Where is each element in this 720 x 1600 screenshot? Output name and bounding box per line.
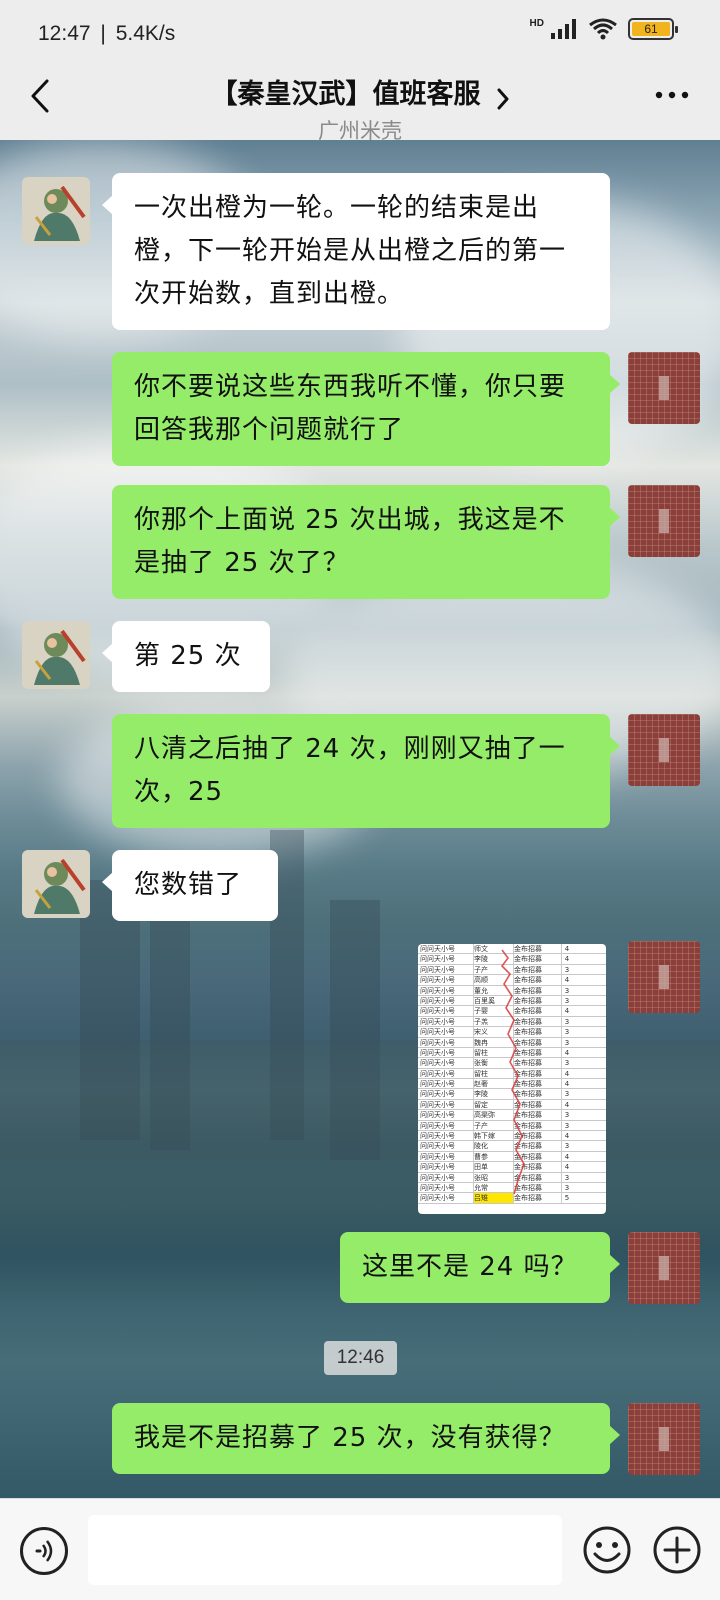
clock: 12:47 (38, 22, 91, 45)
status-icons: HD 61 (529, 17, 678, 40)
more-dots-icon (655, 91, 689, 99)
contact-avatar[interactable] (22, 621, 90, 689)
brick-pattern-avatar-icon (628, 714, 700, 786)
hd-label: HD (529, 17, 544, 29)
message-text: 我是不是招募了 25 次，没有获得？ (134, 1423, 566, 1453)
message-bubble[interactable]: 您数错了 (102, 850, 278, 921)
message-text: 你那个上面说 25 次出城，我这是不是抽了 25 次了？ (134, 505, 566, 578)
title-group[interactable]: 【秦皇汉武】值班客服 广州米壳 (0, 66, 720, 145)
my-avatar[interactable] (628, 714, 700, 786)
chat-area[interactable]: 一次出橙为一轮。一轮的结束是出橙，下一轮开始是从出橙之后的第一次开始数，直到出橙… (0, 140, 720, 1498)
input-bar (0, 1498, 720, 1600)
message-bubble[interactable]: 你那个上面说 25 次出城，我这是不是抽了 25 次了？ (112, 485, 620, 599)
brick-pattern-avatar-icon (628, 1232, 700, 1304)
message-bubble[interactable]: 第 25 次 (102, 621, 270, 692)
plus-icon (653, 1526, 701, 1574)
contact-avatar[interactable] (22, 850, 90, 918)
message-bubble[interactable]: 八清之后抽了 24 次，刚刚又抽了一次，25 (112, 714, 620, 828)
message-text: 八清之后抽了 24 次，刚刚又抽了一次，25 (134, 734, 566, 807)
status-bar: 12:47 | 5.4K/s HD 61 (0, 0, 720, 66)
image-message[interactable]: 问问天小号 师文 金布招募 4 问问天小号 李陵 金布招募 4 问问天小号 子产 金布招募 3 问问天小… (418, 944, 606, 1214)
message-bubble[interactable]: 我是不是招募了 25 次，没有获得？ (112, 1403, 620, 1474)
my-avatar[interactable] (628, 1232, 700, 1304)
brick-pattern-avatar-icon (628, 941, 700, 1013)
wifi-icon (589, 18, 617, 40)
my-avatar[interactable] (628, 1403, 700, 1475)
contact-avatar[interactable] (22, 177, 90, 245)
my-avatar[interactable] (628, 941, 700, 1013)
message-bubble[interactable]: 你不要说这些东西我听不懂，你只要回答我那个问题就行了 (112, 352, 620, 466)
message-bubble[interactable]: 这里不是 24 吗？ (340, 1232, 620, 1303)
handwritten-annotation (500, 949, 525, 1195)
warrior-avatar-icon (22, 850, 90, 918)
my-avatar[interactable] (628, 352, 700, 424)
timestamp-chip: 12:46 (324, 1341, 397, 1375)
chat-title[interactable]: 【秦皇汉武】值班客服 (210, 72, 480, 111)
network-speed: 5.4K/s (115, 22, 176, 45)
message-text: 第 25 次 (134, 641, 242, 671)
emoji-icon (583, 1526, 631, 1574)
message-text: 一次出橙为一轮。一轮的结束是出橙，下一轮开始是从出橙之后的第一次开始数，直到出橙… (134, 193, 567, 309)
message-input[interactable] (88, 1515, 562, 1585)
more-button[interactable] (650, 80, 694, 110)
voice-button[interactable] (20, 1527, 68, 1575)
message-text: 您数错了 (134, 870, 243, 900)
chevron-right-icon (497, 88, 509, 109)
signal-icon (551, 19, 576, 39)
message-text: 你不要说这些东西我听不懂，你只要回答我那个问题就行了 (134, 372, 567, 445)
battery-level: 61 (632, 22, 670, 36)
message-text: 这里不是 24 吗？ (362, 1252, 578, 1282)
plus-button[interactable] (652, 1525, 702, 1575)
my-avatar[interactable] (628, 485, 700, 557)
message-bubble[interactable]: 一次出橙为一轮。一轮的结束是出橙，下一轮开始是从出橙之后的第一次开始数，直到出橙… (102, 173, 610, 330)
warrior-avatar-icon (22, 177, 90, 245)
warrior-avatar-icon (22, 621, 90, 689)
status-time: 12:47 | 5.4K/s (38, 22, 176, 45)
brick-pattern-avatar-icon (628, 352, 700, 424)
voice-icon (35, 1540, 53, 1562)
emoji-button[interactable] (582, 1525, 632, 1575)
brick-pattern-avatar-icon (628, 1403, 700, 1475)
battery-icon: 61 (628, 18, 678, 40)
brick-pattern-avatar-icon (628, 485, 700, 557)
bg-city (0, 1040, 720, 1160)
chat-header: 【秦皇汉武】值班客服 广州米壳 (0, 66, 720, 143)
